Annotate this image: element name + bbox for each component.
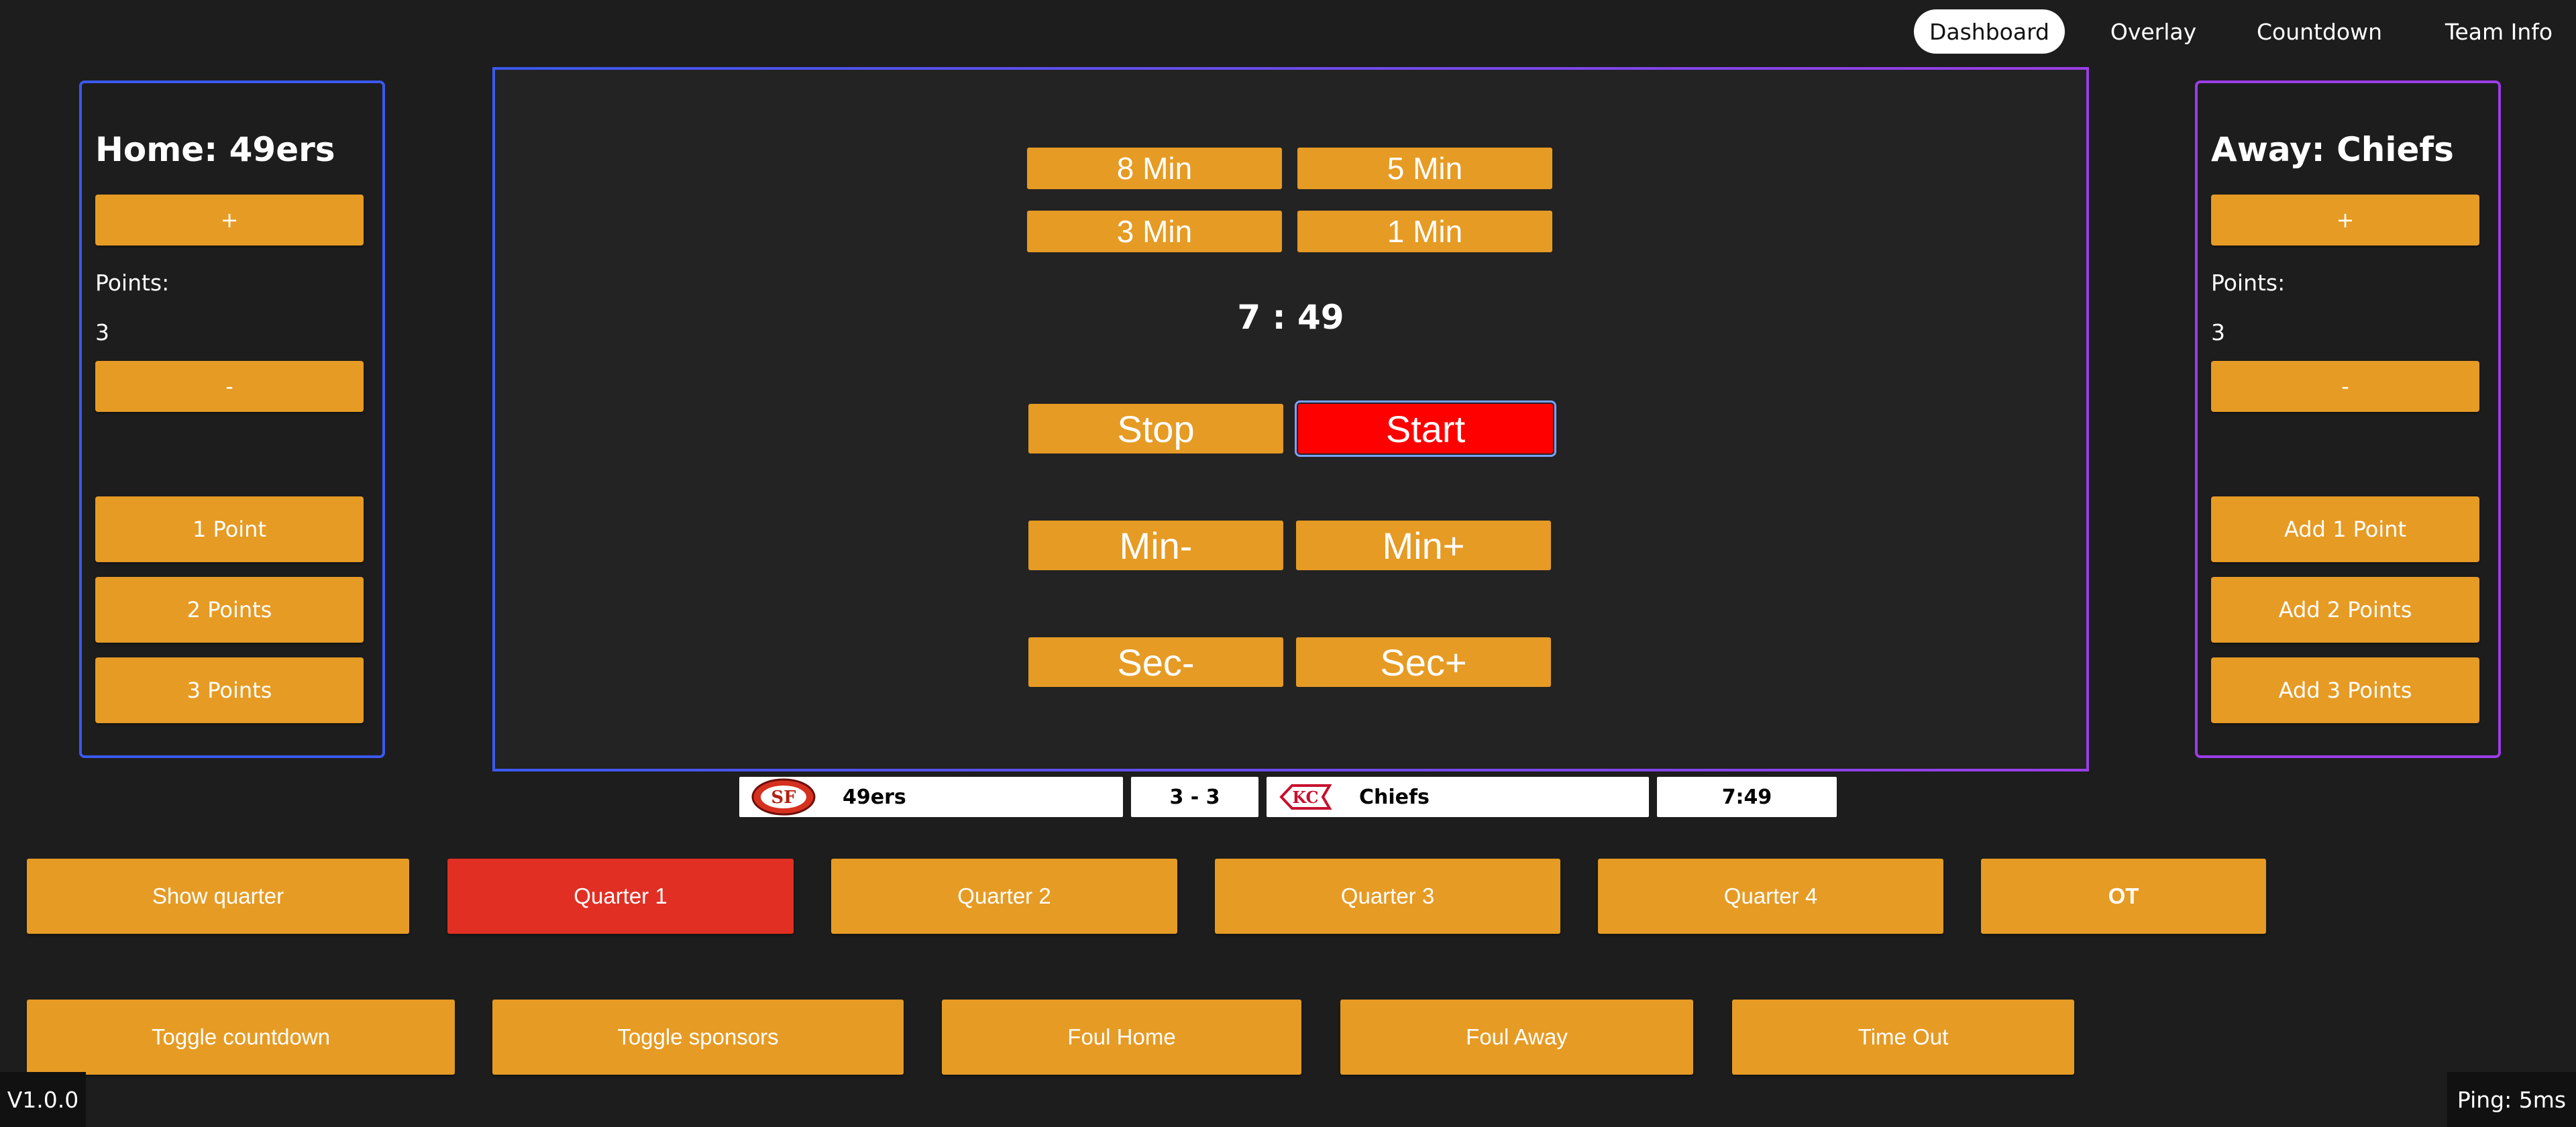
quarter-3-button[interactable]: Quarter 3 [1215,859,1560,934]
preset-1-min-button[interactable]: 1 Min [1297,211,1552,252]
scorebug-score: 3 - 3 [1131,777,1258,817]
nav-dashboard[interactable]: Dashboard [1914,9,2065,54]
toggle-countdown-button[interactable]: Toggle countdown [27,1000,455,1075]
toggle-sponsors-button[interactable]: Toggle sponsors [492,1000,904,1075]
home-title: Home: 49ers [95,130,335,169]
nav-team-info[interactable]: Team Info [2428,9,2569,54]
away-points-value: 3 [2211,319,2225,345]
svg-text:KC: KC [1292,788,1318,807]
min-plus-button[interactable]: Min+ [1296,521,1551,570]
preset-8-min-button[interactable]: 8 Min [1027,148,1282,189]
sec-plus-button[interactable]: Sec+ [1296,637,1551,687]
home-panel: Home: 49ers + Points: 3 - 1 Point 2 Poin… [79,80,385,758]
scorebug-home-name: 49ers [843,785,906,809]
away-add-2-points-button[interactable]: Add 2 Points [2211,577,2479,643]
49ers-logo-icon: SF [751,778,816,816]
home-2-points-button[interactable]: 2 Points [95,577,364,643]
quarter-4-button[interactable]: Quarter 4 [1598,859,1943,934]
away-points-label: Points: [2211,270,2286,296]
foul-home-button[interactable]: Foul Home [942,1000,1301,1075]
time-out-button[interactable]: Time Out [1732,1000,2074,1075]
preset-5-min-button[interactable]: 5 Min [1297,148,1552,189]
ping-label: Ping: 5ms [2447,1072,2576,1127]
nav-overlay[interactable]: Overlay [2100,9,2207,54]
scorebug-clock: 7:49 [1657,777,1837,817]
home-minus-button[interactable]: - [95,361,364,412]
home-points-label: Points: [95,270,170,296]
timer-panel: 8 Min 5 Min 3 Min 1 Min 7 : 49 Stop Star… [492,67,2089,771]
stop-button[interactable]: Stop [1028,404,1283,453]
scorebug-away: KC Chiefs [1267,777,1649,817]
foul-away-button[interactable]: Foul Away [1340,1000,1693,1075]
away-plus-button[interactable]: + [2211,195,2479,246]
scorebug-away-name: Chiefs [1359,785,1430,809]
quarter-1-button[interactable]: Quarter 1 [447,859,794,934]
overtime-button[interactable]: OT [1981,859,2266,934]
home-points-value: 3 [95,319,109,345]
sec-minus-button[interactable]: Sec- [1028,637,1283,687]
away-title: Away: Chiefs [2211,130,2454,169]
show-quarter-button[interactable]: Show quarter [27,859,409,934]
start-button[interactable]: Start [1295,400,1556,457]
version-label: V1.0.0 [0,1072,86,1127]
home-1-point-button[interactable]: 1 Point [95,496,364,562]
chiefs-logo-icon: KC [1279,780,1332,814]
away-panel: Away: Chiefs + Points: 3 - Add 1 Point A… [2195,80,2501,758]
home-plus-button[interactable]: + [95,195,364,246]
quarter-2-button[interactable]: Quarter 2 [831,859,1177,934]
preset-3-min-button[interactable]: 3 Min [1027,211,1282,252]
svg-text:SF: SF [771,788,796,808]
scorebug-home: SF 49ers [739,777,1123,817]
home-3-points-button[interactable]: 3 Points [95,657,364,723]
timer-readout: 7 : 49 [1237,298,1344,337]
away-add-3-points-button[interactable]: Add 3 Points [2211,657,2479,723]
away-add-1-point-button[interactable]: Add 1 Point [2211,496,2479,562]
away-minus-button[interactable]: - [2211,361,2479,412]
nav-countdown[interactable]: Countdown [2241,9,2398,54]
min-minus-button[interactable]: Min- [1028,521,1283,570]
